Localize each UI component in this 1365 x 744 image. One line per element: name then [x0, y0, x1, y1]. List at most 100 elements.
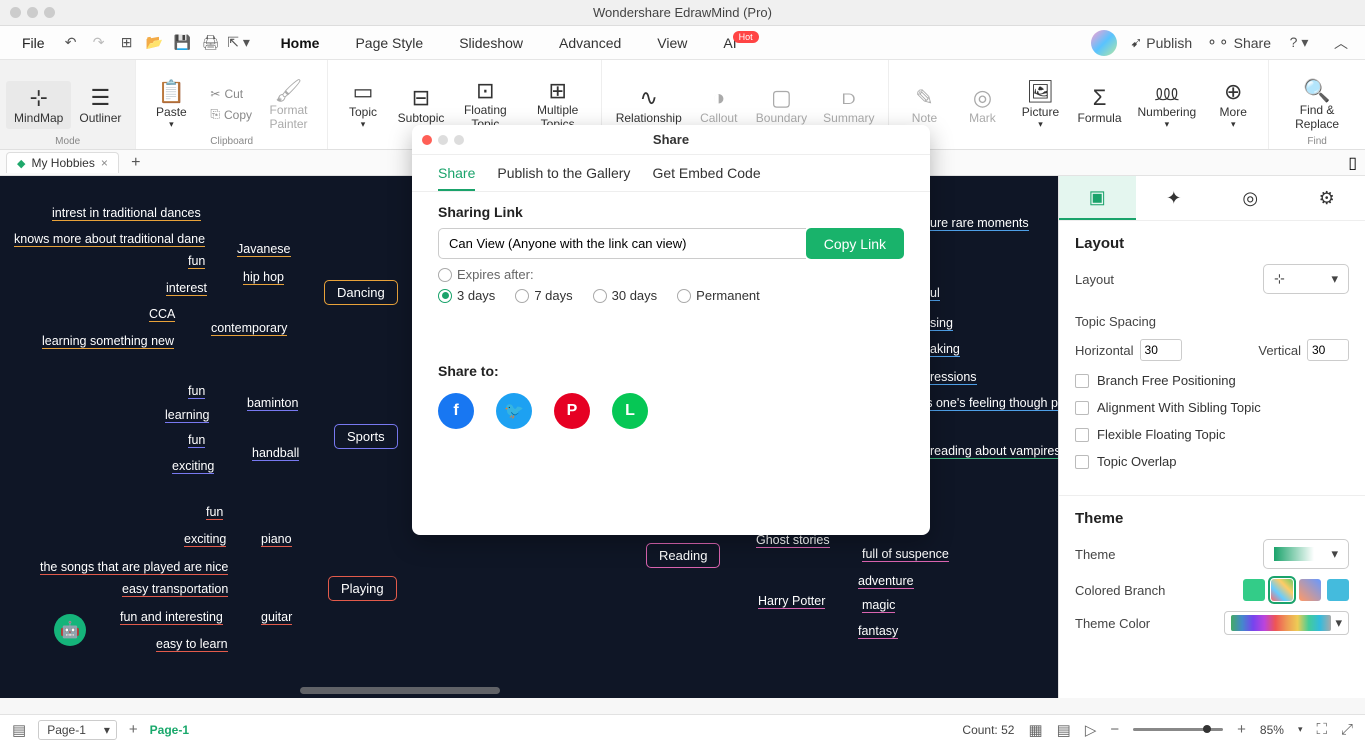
add-tab-button[interactable]: +: [125, 152, 147, 174]
node-r7[interactable]: reading about vampires: [930, 444, 1058, 459]
redo-icon[interactable]: ↷: [85, 29, 113, 57]
print-icon[interactable]: 🖨: [197, 29, 225, 57]
node-p3[interactable]: the songs that are played are nice: [40, 560, 228, 575]
page-select[interactable]: Page-1 ▾: [38, 720, 117, 740]
numbering-button[interactable]: ⅏Numbering▾: [1130, 75, 1205, 134]
node-r2[interactable]: ul: [930, 286, 940, 301]
assistant-icon[interactable]: 🤖: [54, 614, 86, 646]
tab-page-style[interactable]: Page Style: [347, 30, 431, 56]
theme-color-selector[interactable]: ▾: [1224, 611, 1349, 635]
node-sports[interactable]: Sports: [334, 424, 398, 449]
node-hb1[interactable]: fun: [188, 433, 205, 448]
save-icon[interactable]: 💾: [169, 29, 197, 57]
node-g2[interactable]: fun and interesting: [120, 610, 223, 625]
grid-view-icon[interactable]: ▦: [1028, 721, 1042, 739]
horizontal-scrollbar[interactable]: [300, 687, 500, 694]
node-playing[interactable]: Playing: [328, 576, 397, 601]
node-handball[interactable]: handball: [252, 446, 299, 461]
callout-button[interactable]: ◑Callout: [690, 81, 748, 129]
permission-select[interactable]: Can View (Anyone with the link can view): [438, 228, 806, 259]
summary-button[interactable]: ⫐Summary: [815, 81, 882, 129]
close-tab-icon[interactable]: ×: [101, 156, 108, 170]
node-guitar[interactable]: guitar: [261, 610, 292, 625]
node-ghost[interactable]: Ghost stories: [756, 533, 830, 548]
expire-3days-radio[interactable]: 3 days: [438, 288, 495, 303]
undo-icon[interactable]: ↶: [57, 29, 85, 57]
node-javanese[interactable]: Javanese: [237, 242, 291, 257]
facebook-icon[interactable]: f: [438, 393, 474, 429]
mark-button[interactable]: ◎Mark: [953, 75, 1011, 134]
topic-button[interactable]: ▭Topic▾: [334, 74, 392, 134]
node-h2[interactable]: interest: [166, 281, 207, 296]
fullscreen-icon[interactable]: ⤢: [1341, 721, 1353, 738]
node-c1[interactable]: CCA: [149, 307, 175, 322]
more-button[interactable]: ⊕More▾: [1204, 75, 1262, 134]
node-b2[interactable]: learning: [165, 408, 209, 423]
zoom-in-button[interactable]: +: [1237, 721, 1246, 738]
line-icon[interactable]: L: [612, 393, 648, 429]
present-icon[interactable]: ▷: [1085, 721, 1097, 739]
open-icon[interactable]: 📂: [141, 29, 169, 57]
page-list-icon[interactable]: ▤: [12, 721, 26, 739]
outline-view-icon[interactable]: ▤: [1057, 721, 1071, 739]
branch-swatch-2[interactable]: [1271, 579, 1293, 601]
layout-selector[interactable]: ⊹▾: [1263, 264, 1349, 294]
modal-max-icon[interactable]: [454, 135, 464, 145]
node-c2[interactable]: learning something new: [42, 334, 174, 349]
expire-30days-radio[interactable]: 30 days: [593, 288, 658, 303]
user-avatar[interactable]: [1091, 30, 1117, 56]
close-window-icon[interactable]: [10, 7, 21, 18]
node-r1[interactable]: ure rare moments: [930, 216, 1029, 231]
layout-tab-icon[interactable]: ▣: [1059, 176, 1136, 220]
node-piano[interactable]: piano: [261, 532, 292, 547]
map-tab-icon[interactable]: ◎: [1212, 176, 1289, 220]
picture-button[interactable]: 🖼Picture▾: [1011, 75, 1069, 134]
file-menu[interactable]: File: [10, 35, 57, 51]
collapse-ribbon-icon[interactable]: ︿: [1327, 29, 1355, 57]
node-hp1[interactable]: adventure: [858, 574, 914, 589]
modal-min-icon[interactable]: [438, 135, 448, 145]
format-painter-button[interactable]: 🖌Format Painter: [256, 74, 321, 134]
topic-overlap-checkbox[interactable]: Topic Overlap: [1075, 454, 1349, 469]
share-tab[interactable]: Share: [438, 165, 475, 191]
twitter-icon[interactable]: 🐦: [496, 393, 532, 429]
node-reading[interactable]: Reading: [646, 543, 720, 568]
tab-ai[interactable]: AIHot: [715, 30, 770, 56]
theme-selector[interactable]: ▾: [1263, 539, 1349, 569]
boundary-button[interactable]: ▢Boundary: [748, 81, 815, 129]
panel-toggle-icon[interactable]: ▯: [1348, 153, 1357, 173]
modal-close-icon[interactable]: [422, 135, 432, 145]
node-hp2[interactable]: magic: [862, 598, 895, 613]
node-gs2[interactable]: full of suspence: [862, 547, 949, 562]
minimize-window-icon[interactable]: [27, 7, 38, 18]
add-page-button[interactable]: +: [129, 721, 138, 738]
find-replace-button[interactable]: 🔍Find & Replace: [1275, 74, 1359, 134]
node-r6[interactable]: ss one's feeling though p: [920, 396, 1058, 411]
relationship-button[interactable]: ∿Relationship: [608, 81, 690, 129]
align-sibling-checkbox[interactable]: Alignment With Sibling Topic: [1075, 400, 1349, 415]
node-h1[interactable]: fun: [188, 254, 205, 269]
node-p2[interactable]: exciting: [184, 532, 226, 547]
expire-permanent-radio[interactable]: Permanent: [677, 288, 760, 303]
help-icon[interactable]: ? ▾: [1285, 29, 1313, 57]
vertical-input[interactable]: [1307, 339, 1349, 361]
publish-button[interactable]: ➹Publish: [1131, 34, 1193, 51]
node-j1[interactable]: intrest in traditional dances: [52, 206, 201, 221]
node-baminton[interactable]: baminton: [247, 396, 298, 411]
embed-tab[interactable]: Get Embed Code: [652, 165, 760, 191]
branch-swatch-4[interactable]: [1327, 579, 1349, 601]
node-harry[interactable]: Harry Potter: [758, 594, 825, 609]
horizontal-input[interactable]: [1140, 339, 1182, 361]
page-tab[interactable]: Page-1: [150, 723, 189, 737]
branch-swatch-3[interactable]: [1299, 579, 1321, 601]
tab-view[interactable]: View: [649, 30, 695, 56]
fit-screen-icon[interactable]: ⛶: [1316, 721, 1327, 738]
cut-button[interactable]: ✂Cut: [206, 85, 256, 103]
node-r3[interactable]: sing: [930, 316, 953, 331]
formula-button[interactable]: ΣFormula: [1069, 75, 1129, 134]
node-r4[interactable]: aking: [930, 342, 960, 357]
settings-tab-icon[interactable]: ⚙: [1289, 176, 1365, 220]
branch-swatch-1[interactable]: [1243, 579, 1265, 601]
zoom-slider[interactable]: [1133, 728, 1223, 731]
node-p1[interactable]: fun: [206, 505, 223, 520]
